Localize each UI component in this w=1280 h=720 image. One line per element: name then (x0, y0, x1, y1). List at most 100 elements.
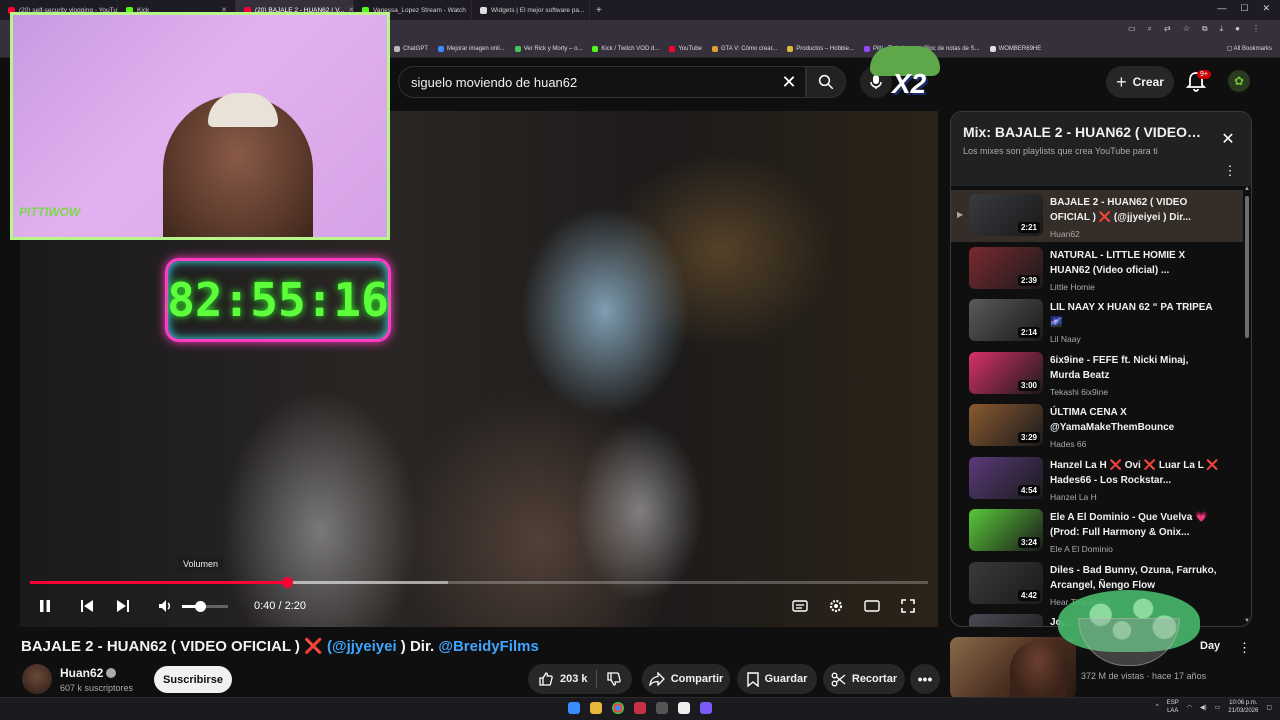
scroll-up-arrow-icon[interactable]: ▲ (1244, 186, 1250, 192)
playlist-item[interactable]: 3:24 Ele A El Dominio - Que Vuelva 💗 (Pro… (951, 505, 1243, 557)
profile-icon[interactable]: ● (1235, 24, 1240, 34)
subscribe-button[interactable]: Suscribirse (154, 666, 232, 693)
like-divider (596, 670, 597, 688)
bookmark-item[interactable]: GTA V: Cómo crear... (711, 45, 777, 52)
next-button[interactable] (113, 596, 133, 616)
playlist-item-thumbnail[interactable]: 4:42 (969, 561, 1043, 604)
progress-bar[interactable] (30, 577, 928, 588)
pause-button[interactable] (35, 596, 55, 616)
playlist-item-title[interactable]: NATURAL - LITTLE HOMIE X HUAN62 (Video o… (1050, 248, 1220, 278)
playlist-item-title[interactable]: BAJALE 2 - HUAN62 ( VIDEO OFICIAL ) ❌ (@… (1050, 195, 1220, 225)
zoom-icon[interactable]: ⌕ (1148, 24, 1152, 34)
theater-mode-button[interactable] (862, 596, 882, 616)
playlist-item-thumbnail[interactable]: 2:21 (969, 194, 1043, 236)
close-tab-icon[interactable]: ✕ (588, 6, 589, 14)
bookmark-item[interactable]: Kick / Twitch VOD d... (592, 45, 659, 52)
playlist-item[interactable]: 2:39 NATURAL - LITTLE HOMIE X HUAN62 (Vid… (951, 243, 1243, 295)
playlist-more-icon[interactable]: ⋮ (1223, 163, 1237, 178)
playlist-item-thumbnail[interactable]: 3:24 (969, 509, 1043, 551)
bookmark-item[interactable]: ChatGPT (394, 45, 428, 52)
playlist-item-thumbnail[interactable]: 2:14 (969, 299, 1043, 341)
close-playlist-icon[interactable]: ✕ (1219, 130, 1237, 148)
battery-icon[interactable]: ▭ (1215, 704, 1221, 711)
create-button[interactable]: + Crear (1106, 66, 1174, 98)
bookmark-item[interactable]: WOMBER69HE (989, 45, 1041, 52)
obs-icon[interactable] (656, 702, 668, 714)
speaker-icon[interactable]: ◀) (1200, 704, 1207, 711)
search-input[interactable]: siguelo moviendo de huan62 (398, 66, 806, 98)
playlist-item-thumbnail[interactable]: 4:54 (969, 456, 1043, 499)
mute-button[interactable] (156, 596, 176, 616)
mention-link[interactable]: (@jjyeiyei (327, 638, 397, 655)
all-bookmarks-button[interactable]: ▢ All Bookmarks (1227, 45, 1272, 52)
wifi-icon[interactable]: ◠ (1187, 704, 1192, 711)
account-avatar[interactable]: ✿ (1228, 70, 1250, 92)
start-windows-icon[interactable] (568, 702, 580, 714)
fullscreen-button[interactable] (898, 596, 918, 616)
director-mention-link[interactable]: @BreidyFilms (438, 638, 539, 655)
download-icon[interactable]: ⤓ (1220, 24, 1224, 34)
channel-avatar[interactable] (22, 664, 52, 694)
clip-label: Recortar (851, 673, 898, 685)
notification-center-icon[interactable]: ▢ (1266, 704, 1272, 711)
volume-slider[interactable] (182, 601, 228, 612)
clock[interactable]: 10:06 p.m. 21/03/2026 (1228, 699, 1258, 715)
cast-icon[interactable]: ▭ (1128, 24, 1136, 34)
like-button[interactable]: 203 k (538, 671, 588, 687)
tray-up-arrow-icon[interactable]: ^ (1156, 704, 1159, 710)
playlist-item[interactable]: 3:29 ÚLTIMA CENA X @YamaMakeThemBounce Had… (951, 400, 1243, 452)
menu-icon[interactable]: ⋮ (1252, 24, 1260, 34)
playlist-item-title[interactable]: Diles - Bad Bunny, Ozuna, Farruko, Arcan… (1050, 563, 1220, 593)
playlist-item-title[interactable]: 6ix9ine - FEFE ft. Nicki Minaj, Murda Be… (1050, 353, 1220, 383)
more-actions-button[interactable]: ••• (910, 664, 940, 694)
share-button[interactable]: Compartir (642, 664, 730, 694)
maximize-icon[interactable]: ☐ (1240, 3, 1248, 14)
bookmark-item[interactable]: Ver Rick y Morty – o... (514, 45, 582, 52)
discord-icon[interactable] (700, 702, 712, 714)
bookmark-item[interactable]: Productos – Hobbie... (787, 45, 854, 52)
playlist-item-thumbnail[interactable]: 3:29 (969, 404, 1043, 446)
playlist-item-thumbnail[interactable] (969, 614, 1043, 626)
chrome-icon[interactable] (612, 702, 624, 714)
playlist-scrollbar[interactable] (1245, 196, 1249, 338)
playlist-item[interactable]: 4:54 Hanzel La H ❌ Ovi ❌ Luar La L ❌ Hade… (951, 453, 1243, 505)
playlist-item[interactable]: 2:14 LIL NAAY X HUAN 62 “ PA TRIPEA 🌌 Lil … (951, 295, 1243, 347)
recommendation-more-icon[interactable]: ⋮ (1238, 640, 1251, 656)
bookmark-item[interactable]: Mejorar imagen onli... (438, 45, 505, 52)
previous-button[interactable] (77, 596, 97, 616)
playlist-item-thumbnail[interactable]: 2:39 (969, 246, 1043, 289)
playlist-title[interactable]: Mix: BAJALE 2 - HUAN62 ( VIDEO OFICIAL ) (963, 124, 1203, 140)
extensions-icon[interactable]: ⧉ (1202, 24, 1208, 34)
close-window-icon[interactable]: ✕ (1262, 3, 1270, 14)
dislike-button[interactable] (604, 669, 624, 689)
subtitles-button[interactable] (790, 596, 810, 616)
file-explorer-icon[interactable] (590, 702, 602, 714)
new-tab-button[interactable]: + (596, 5, 602, 16)
search-button[interactable] (806, 66, 846, 98)
playlist-item-title[interactable]: Ele A El Dominio - Que Vuelva 💗 (Prod: F… (1050, 510, 1220, 540)
document-icon[interactable] (678, 702, 690, 714)
save-button[interactable]: Guardar (737, 664, 817, 694)
settings-button[interactable] (826, 596, 846, 616)
channel-name[interactable]: Huan62 (60, 666, 103, 680)
progress-scrubber[interactable] (281, 577, 293, 588)
bookmark-star-icon[interactable]: ☆ (1183, 24, 1190, 34)
playlist-item-title[interactable]: Hanzel La H ❌ Ovi ❌ Luar La L ❌ Hades66 … (1050, 458, 1220, 488)
playlist-item[interactable]: 3:00 6ix9ine - FEFE ft. Nicki Minaj, Murd… (951, 348, 1243, 400)
duration-badge: 3:24 (1017, 537, 1040, 548)
recommendation-title[interactable]: Day (1200, 640, 1220, 652)
acrobat-icon[interactable] (634, 702, 646, 714)
browser-tab[interactable]: Widgets | El mejor software pa...✕ (472, 0, 590, 20)
language-indicator[interactable]: ESP LAA (1167, 699, 1179, 715)
minimize-icon[interactable]: — (1217, 3, 1226, 14)
clear-search-icon[interactable]: ✕ (778, 71, 800, 93)
playlist-item-title[interactable]: LIL NAAY X HUAN 62 “ PA TRIPEA 🌌 (1050, 300, 1220, 330)
bookmark-favicon-icon (711, 45, 718, 52)
bookmark-item[interactable]: YouTube (669, 45, 702, 52)
clip-button[interactable]: Recortar (823, 664, 905, 694)
scroll-down-arrow-icon[interactable]: ▼ (1244, 618, 1250, 624)
translate-icon[interactable]: ⇄ (1164, 24, 1171, 34)
playlist-item-thumbnail[interactable]: 3:00 (969, 351, 1043, 394)
playlist-item-title[interactable]: ÚLTIMA CENA X @YamaMakeThemBounce (1050, 405, 1220, 435)
playlist-item[interactable]: ▶ 2:21 BAJALE 2 - HUAN62 ( VIDEO OFICIAL )… (951, 190, 1243, 242)
